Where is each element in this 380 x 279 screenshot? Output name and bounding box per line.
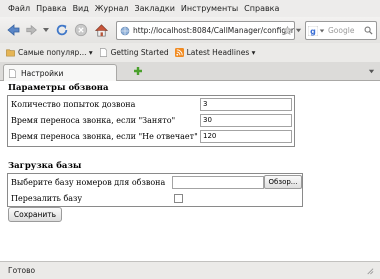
history-dropdown-button[interactable]: [42, 25, 50, 35]
browse-button[interactable]: Обзор...: [264, 175, 302, 189]
tab-list-button[interactable]: [367, 67, 376, 76]
reload-button[interactable]: [54, 22, 70, 38]
section-title-dial-settings: Параметры обзвона: [8, 83, 109, 93]
field-label: Перезалить базу: [11, 193, 83, 203]
bookmark-label: Самые популяр... ▾: [18, 48, 93, 57]
menu-tools[interactable]: Инструменты: [181, 4, 238, 13]
bookmark-getting-started[interactable]: Getting Started: [99, 48, 169, 57]
form-row-overwrite: Перезалить базу: [8, 190, 302, 206]
forward-button[interactable]: [24, 22, 40, 38]
tab-label: Настройки: [21, 68, 64, 78]
search-box[interactable]: g Google: [305, 21, 377, 40]
form-row-file: Выберите базу номеров для обзвона Обзор.…: [8, 174, 302, 190]
menu-help[interactable]: Справка: [244, 4, 279, 13]
url-dropdown-button[interactable]: [294, 26, 302, 34]
tab-bar: Настройки: [0, 62, 380, 81]
overwrite-checkbox[interactable]: [174, 194, 183, 203]
attempts-input[interactable]: 3: [200, 97, 292, 111]
plus-icon: [134, 67, 142, 75]
field-label: Выберите базу номеров для обзвона: [11, 177, 166, 187]
dial-settings-table: Количество попыток дозвона 3 Время перен…: [7, 95, 295, 147]
forward-arrow-icon: [26, 24, 37, 36]
reload-icon: [56, 24, 68, 36]
google-icon: g: [308, 25, 318, 36]
field-label: Количество попыток дозвона: [11, 99, 136, 109]
star-icon: [282, 25, 292, 35]
field-label: Время переноса звонка, если "Занято": [11, 115, 176, 125]
menu-bookmarks[interactable]: Закладки: [134, 4, 174, 13]
chevron-down-icon: [295, 28, 301, 32]
bookmark-most-visited[interactable]: Самые популяр... ▾: [6, 48, 93, 57]
bookmark-label: Latest Headlines ▾: [186, 48, 256, 57]
menu-edit[interactable]: Правка: [36, 4, 66, 13]
search-icon[interactable]: [364, 26, 373, 35]
save-button[interactable]: Сохранить: [8, 207, 62, 222]
menu-bar: Файл Правка Вид Журнал Закладки Инструме…: [0, 0, 380, 17]
stop-button[interactable]: [73, 22, 89, 38]
bookmark-latest-headlines[interactable]: Latest Headlines ▾: [174, 48, 256, 57]
bookmarks-toolbar: Самые популяр... ▾ Getting Started Lates…: [0, 43, 380, 63]
form-row-noanswer-delay: Время переноса звонка, если "Не отвечает…: [8, 128, 294, 144]
menu-history[interactable]: Журнал: [95, 4, 129, 13]
form-row-busy-delay: Время переноса звонка, если "Занято" 30: [8, 112, 294, 128]
back-arrow-icon: [7, 24, 20, 36]
bookmark-star-button[interactable]: [282, 25, 292, 35]
resize-grip-icon[interactable]: [365, 266, 374, 275]
globe-icon: [120, 26, 130, 35]
page-content: Параметры обзвона Количество попыток доз…: [0, 81, 380, 261]
chevron-down-icon: [368, 69, 375, 74]
section-title-upload: Загрузка базы: [8, 161, 82, 171]
address-bar[interactable]: http://localhost:8084/CallManager/config…: [116, 21, 295, 40]
form-row-attempts: Количество попыток дозвона 3: [8, 96, 294, 112]
file-path-input[interactable]: [172, 175, 264, 189]
noanswer-delay-input[interactable]: 120: [200, 129, 292, 143]
stop-icon: [74, 23, 88, 37]
field-label: Время переноса звонка, если "Не отвечает…: [11, 131, 198, 141]
chevron-down-icon: [319, 29, 325, 32]
navigation-toolbar: http://localhost:8084/CallManager/config…: [0, 17, 380, 43]
rss-icon: [174, 48, 184, 57]
menu-view[interactable]: Вид: [73, 4, 89, 13]
new-tab-button[interactable]: [132, 65, 144, 77]
status-text: Готово: [8, 266, 36, 275]
status-bar: Готово: [0, 261, 380, 279]
page-icon: [99, 48, 107, 57]
upload-table: Выберите базу номеров для обзвона Обзор.…: [7, 173, 303, 207]
folder-icon: [6, 49, 15, 57]
address-url: http://localhost:8084/CallManager/config…: [133, 26, 294, 35]
home-icon: [94, 23, 108, 37]
svg-text:g: g: [310, 27, 316, 36]
tab-settings[interactable]: Настройки: [3, 64, 117, 81]
back-button[interactable]: [4, 21, 22, 39]
busy-delay-input[interactable]: 30: [200, 113, 292, 127]
menu-file[interactable]: Файл: [8, 4, 30, 13]
home-button[interactable]: [92, 21, 110, 39]
chevron-down-icon: [43, 28, 49, 32]
bookmark-label: Getting Started: [110, 48, 169, 57]
page-icon: [9, 68, 16, 78]
search-placeholder: Google: [328, 26, 355, 35]
